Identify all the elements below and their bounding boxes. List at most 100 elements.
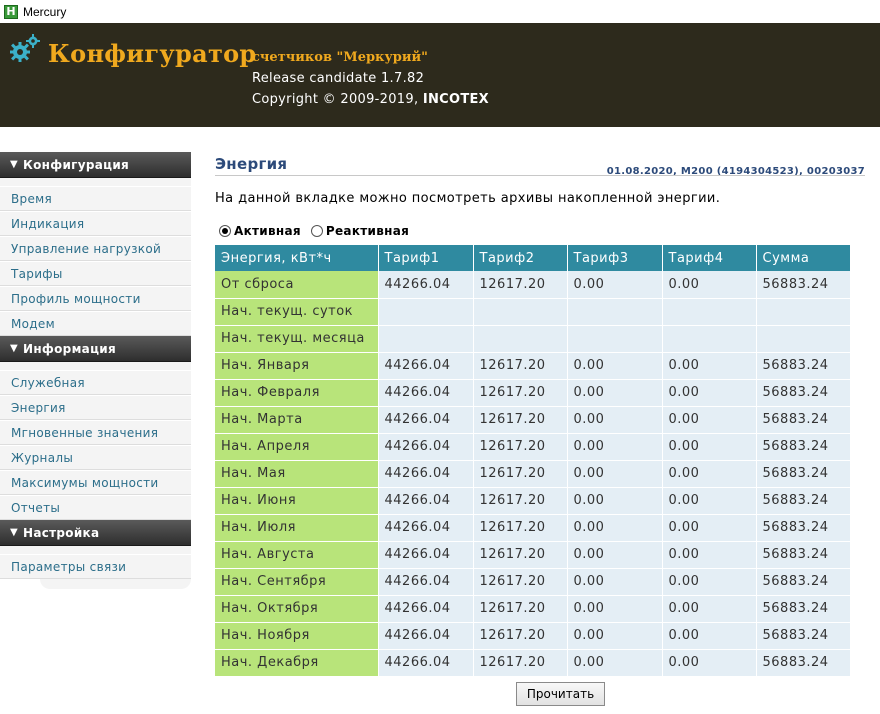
value-cell: 0.00: [567, 514, 663, 542]
sidebar-section-information[interactable]: ▼ Информация: [0, 336, 191, 362]
release-label: Release candidate 1.7.82: [252, 71, 425, 86]
sidebar-item-service[interactable]: Служебная: [0, 370, 191, 395]
row-label-cell: Нач. Февраля: [215, 379, 379, 407]
table-row: Нач. Июня 44266.04 12617.20 0.00 0.00 56883.2…: [215, 487, 851, 515]
collapse-triangle-icon: ▼: [10, 527, 18, 538]
window-title: Mercury: [23, 4, 67, 19]
value-cell: 56883.24: [756, 433, 851, 461]
value-cell: 12617.20: [473, 352, 568, 380]
collapse-triangle-icon: ▼: [10, 343, 18, 354]
value-cell: 0.00: [662, 352, 757, 380]
radio-active[interactable]: Активная: [219, 224, 301, 238]
value-cell: 12617.20: [473, 487, 568, 515]
table-row: Нач. текущ. месяца: [215, 325, 851, 353]
sidebar-item-instant-values[interactable]: Мгновенные значения: [0, 420, 191, 445]
column-header: Тариф2: [473, 245, 568, 271]
energy-type-radio-group: Активная Реактивная: [219, 224, 419, 238]
table-row: Нач. Июля 44266.04 12617.20 0.00 0.00 56883.2…: [215, 514, 851, 542]
value-cell: 0.00: [567, 433, 663, 461]
value-cell: 0.00: [567, 379, 663, 407]
sidebar-section-settings[interactable]: ▼ Настройка: [0, 520, 191, 546]
value-cell: 12617.20: [473, 622, 568, 650]
value-cell: 44266.04: [378, 568, 474, 596]
value-cell: 0.00: [662, 568, 757, 596]
row-label-cell: Нач. Апреля: [215, 433, 379, 461]
table-row: Нач. Августа 44266.04 12617.20 0.00 0.00 5688…: [215, 541, 851, 569]
sidebar-item-load-control[interactable]: Управление нагрузкой: [0, 236, 191, 261]
value-cell: 44266.04: [378, 541, 474, 569]
value-cell: 44266.04: [378, 352, 474, 380]
value-cell: 44266.04: [378, 433, 474, 461]
sidebar-item-indication[interactable]: Индикация: [0, 211, 191, 236]
value-cell: 0.00: [662, 271, 757, 299]
sidebar-item-logs[interactable]: Журналы: [0, 445, 191, 470]
value-cell: [662, 325, 757, 353]
value-cell: 56883.24: [756, 352, 851, 380]
value-cell: 0.00: [662, 460, 757, 488]
value-cell: 56883.24: [756, 487, 851, 515]
row-label-cell: Нач. Октября: [215, 595, 379, 623]
sidebar-item-modem[interactable]: Модем: [0, 311, 191, 336]
value-cell: 0.00: [662, 406, 757, 434]
sidebar-section-title: Информация: [23, 341, 116, 356]
table-row: Нач. Января 44266.04 12617.20 0.00 0.00 56883…: [215, 352, 851, 380]
value-cell: 12617.20: [473, 595, 568, 623]
row-label-cell: Нач. Марта: [215, 406, 379, 434]
value-cell: 0.00: [567, 352, 663, 380]
value-cell: 12617.20: [473, 379, 568, 407]
title-divider: [215, 175, 865, 176]
app-icon: H: [4, 4, 18, 19]
radio-checked-icon[interactable]: [219, 225, 231, 237]
table-row: Нач. Сентября 44266.04 12617.20 0.00 0.00 568…: [215, 568, 851, 596]
value-cell: 56883.24: [756, 541, 851, 569]
value-cell: 56883.24: [756, 649, 851, 677]
page-title: Энергия: [215, 155, 288, 173]
app-brand-title: Конфигуратор: [48, 39, 257, 68]
sidebar-item-power-maximums[interactable]: Максимумы мощности: [0, 470, 191, 495]
table-row: Нач. Декабря 44266.04 12617.20 0.00 0.00 5688…: [215, 649, 851, 677]
value-cell: 56883.24: [756, 514, 851, 542]
sidebar-item-reports[interactable]: Отчеты: [0, 495, 191, 520]
sidebar-item-energy[interactable]: Энергия: [0, 395, 191, 420]
table-row: От сброса 44266.04 12617.20 0.00 0.00 56883.2…: [215, 271, 851, 299]
sidebar-section-title: Конфигурация: [23, 157, 130, 172]
value-cell: 56883.24: [756, 271, 851, 299]
read-button[interactable]: Прочитать: [516, 682, 605, 706]
column-header: Тариф3: [567, 245, 663, 271]
sidebar-section-configuration[interactable]: ▼ Конфигурация: [0, 152, 191, 178]
sidebar-section-title: Настройка: [23, 525, 100, 540]
sidebar-item-tariffs[interactable]: Тарифы: [0, 261, 191, 286]
value-cell: 0.00: [567, 622, 663, 650]
value-cell: 44266.04: [378, 514, 474, 542]
value-cell: 0.00: [662, 595, 757, 623]
value-cell: [567, 298, 663, 326]
value-cell: 12617.20: [473, 433, 568, 461]
value-cell: 56883.24: [756, 568, 851, 596]
radio-unchecked-icon[interactable]: [310, 225, 323, 237]
sidebar-spacer: [0, 178, 191, 186]
table-row: Нач. Мая 44266.04 12617.20 0.00 0.00 56883.24: [215, 460, 851, 488]
value-cell: 12617.20: [473, 514, 568, 542]
value-cell: 44266.04: [378, 487, 474, 515]
copyright-prefix: Copyright © 2009-2019,: [252, 92, 423, 107]
value-cell: 0.00: [662, 379, 757, 407]
value-cell: 44266.04: [378, 460, 474, 488]
page-description: На данной вкладке можно посмотреть архив…: [215, 191, 721, 206]
radio-reactive[interactable]: Реактивная: [310, 224, 409, 238]
value-cell: 44266.04: [378, 379, 474, 407]
row-label-cell: Нач. Ноября: [215, 622, 379, 650]
sidebar-item-connection-params[interactable]: Параметры связи: [0, 554, 191, 579]
sidebar-spacer: [0, 362, 191, 370]
sidebar-item-power-profile[interactable]: Профиль мощности: [0, 286, 191, 311]
value-cell: 12617.20: [473, 568, 568, 596]
row-label-cell: Нач. Декабря: [215, 649, 379, 677]
value-cell: 0.00: [662, 487, 757, 515]
row-label-cell: Нач. Мая: [215, 460, 379, 488]
value-cell: [473, 325, 568, 353]
sidebar-item-time[interactable]: Время: [0, 186, 191, 211]
value-cell: 0.00: [567, 568, 663, 596]
value-cell: 12617.20: [473, 271, 568, 299]
copyright-company: INCOTEX: [422, 92, 489, 107]
window-titlebar: H Mercury: [0, 0, 880, 23]
value-cell: 44266.04: [378, 406, 474, 434]
